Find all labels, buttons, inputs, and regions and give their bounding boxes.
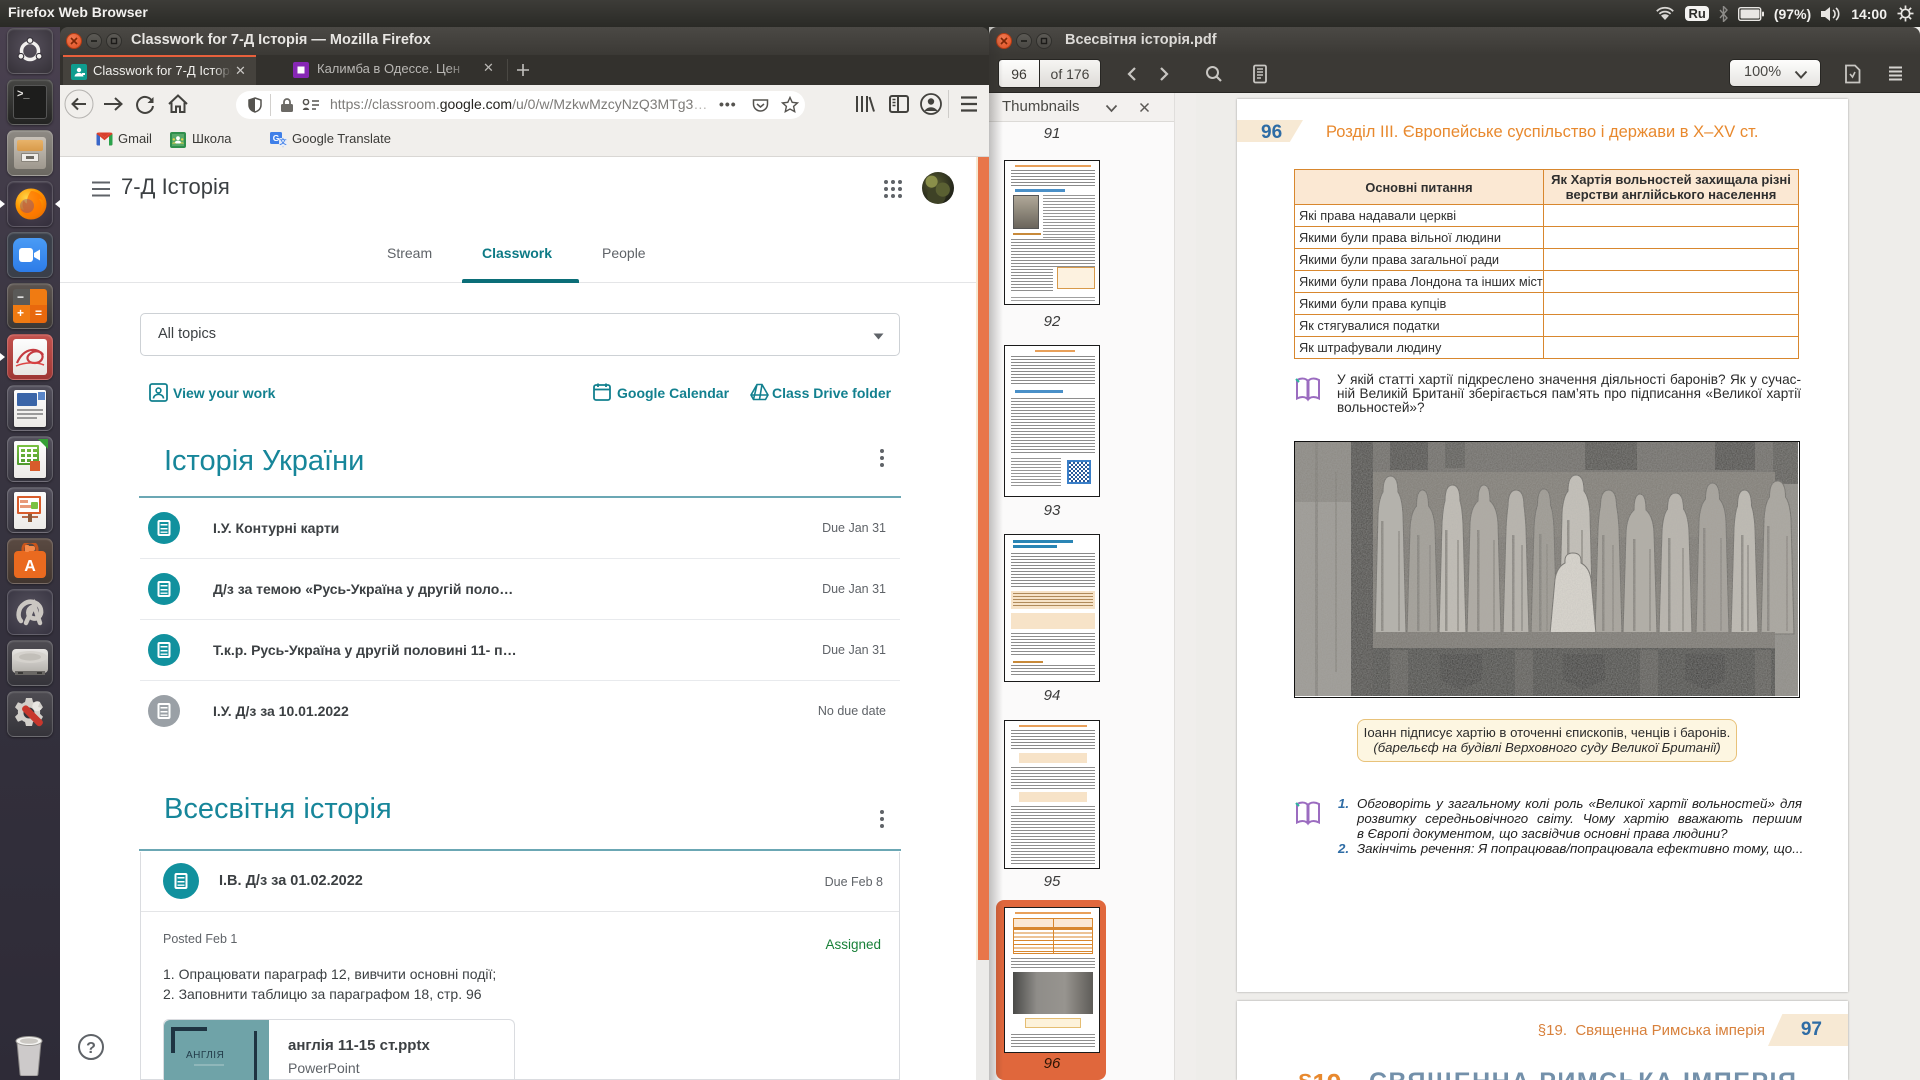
svg-text:A: A	[24, 558, 36, 575]
svg-text:文: 文	[280, 137, 288, 146]
